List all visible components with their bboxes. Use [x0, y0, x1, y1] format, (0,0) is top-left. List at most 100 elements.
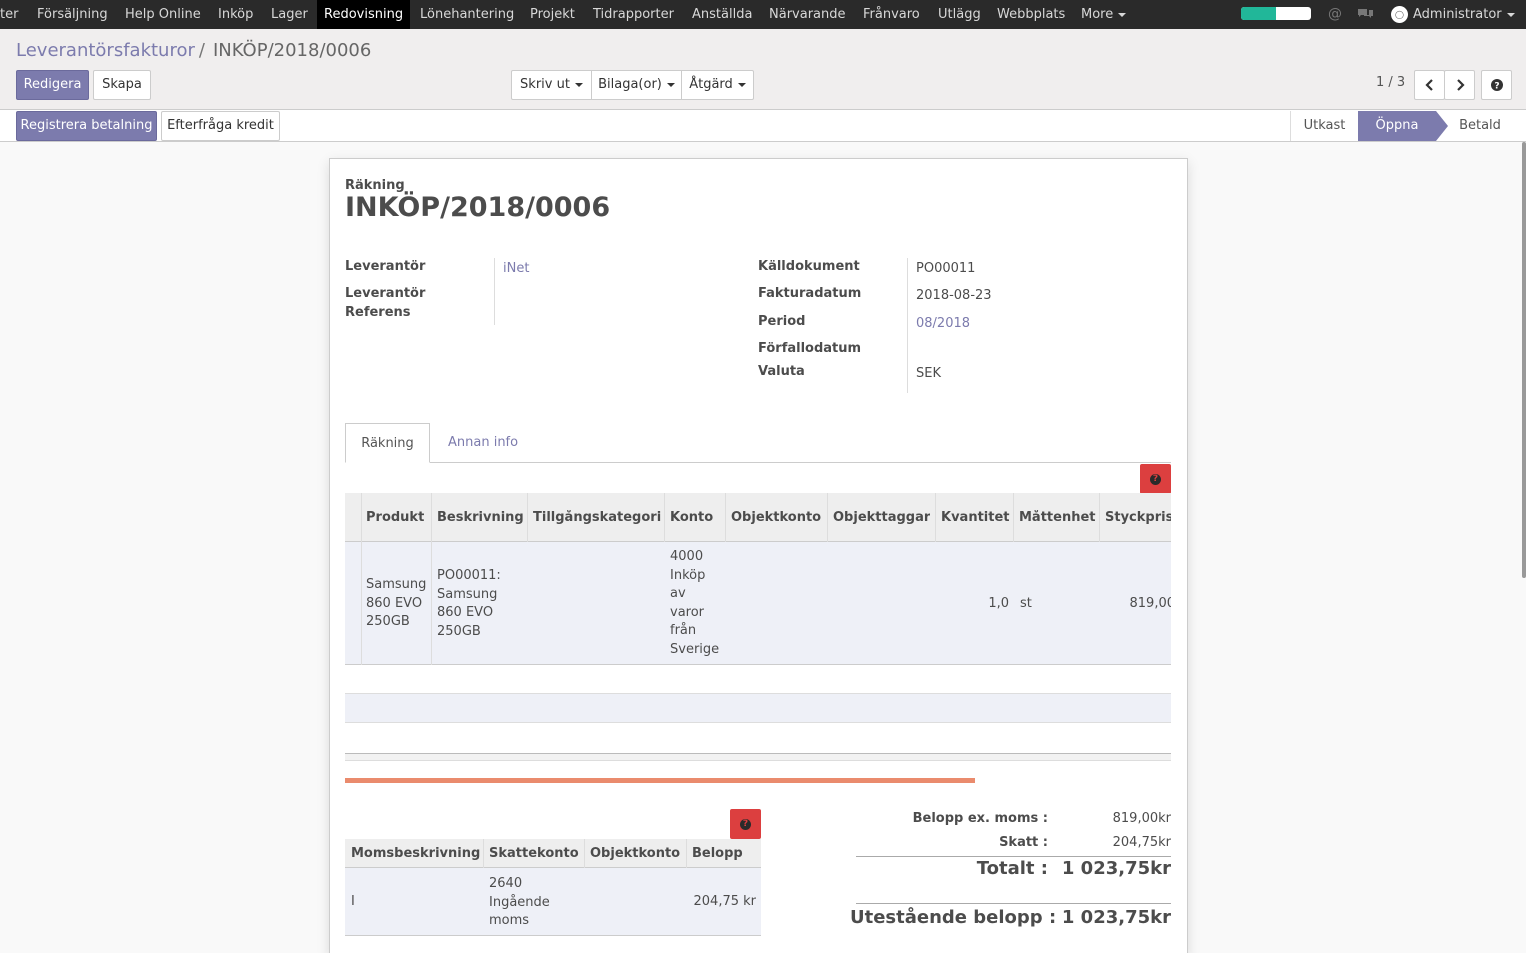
question-circle-icon: ?: [1490, 78, 1503, 91]
vendor-ref-label-2: Referens: [345, 305, 411, 320]
column-divider: [483, 839, 484, 868]
line-account-text: Sverige: [670, 641, 720, 657]
action-dropdown[interactable]: Åtgärd: [681, 70, 754, 100]
breadcrumb-parent[interactable]: Leverantörsfakturor: [16, 40, 195, 61]
print-dropdown[interactable]: Skriv ut: [511, 70, 592, 100]
menu-item-narvarande[interactable]: Närvarande: [769, 0, 846, 29]
pager-previous-button[interactable]: [1414, 70, 1445, 100]
toggle-switch[interactable]: [1241, 7, 1311, 20]
svg-text:?: ?: [1494, 81, 1499, 91]
currency-label: Valuta: [758, 364, 805, 379]
menu-more[interactable]: More: [1081, 0, 1127, 29]
progress-bar: [345, 778, 975, 783]
menu-item-franvaro[interactable]: Frånvaro: [863, 0, 920, 29]
question-circle-icon: ?: [740, 819, 751, 830]
line-uom: st: [1020, 596, 1032, 611]
menu-more-label: More: [1081, 7, 1114, 22]
menu-item-projekt[interactable]: Projekt: [530, 0, 575, 29]
stage-arrow-shape: [1436, 111, 1448, 141]
column-header-quantity[interactable]: Kvantitet: [941, 510, 1010, 525]
column-header-asset-category[interactable]: Tillgångskategori: [533, 510, 661, 525]
line-description-text: Samsung: [437, 586, 498, 602]
invoice-date-label: Fakturadatum: [758, 286, 862, 301]
tax-header-account[interactable]: Skattekonto: [489, 846, 579, 861]
column-header-product[interactable]: Produkt: [366, 510, 424, 525]
attachments-dropdown[interactable]: Bilaga(or): [591, 70, 682, 100]
stage-paid[interactable]: Betald: [1450, 111, 1510, 141]
page-scrollbar[interactable]: [1522, 142, 1526, 578]
period-value[interactable]: 08/2018: [916, 316, 970, 331]
chat-icon-svg: [1358, 9, 1373, 18]
menu-item-lonehantering[interactable]: Lönehantering: [420, 0, 514, 29]
column-header-account[interactable]: Konto: [670, 510, 713, 525]
line-description-text: PO00011:: [437, 568, 501, 583]
invoice-lines-table: Produkt Beskrivning Tillgångskategori Ko…: [345, 493, 1171, 665]
stage-open[interactable]: Öppna: [1358, 111, 1436, 141]
column-header-description[interactable]: Beskrivning: [437, 510, 524, 525]
tax-header-description[interactable]: Momsbeskrivning: [351, 846, 480, 861]
column-divider: [664, 493, 665, 542]
line-product-text: Samsung: [366, 577, 427, 592]
line-unit-price: 819,00: [1129, 596, 1172, 611]
chevron-right-icon: [1456, 78, 1465, 91]
breadcrumb: Leverantörsfakturor / INKÖP/2018/0006: [16, 40, 371, 61]
menu-item-webbplats[interactable]: Webbplats: [997, 0, 1065, 29]
vendor-value[interactable]: iNet: [503, 261, 529, 276]
column-divider: [431, 493, 432, 665]
column-header-analytic-tags[interactable]: Objekttaggar: [833, 510, 930, 525]
line-account-text: varor: [670, 604, 705, 620]
due-date-label: Förfallodatum: [758, 341, 862, 356]
menu-item-lager[interactable]: Lager: [271, 0, 308, 29]
create-button[interactable]: Skapa: [93, 70, 151, 100]
line-product-text: 250GB: [366, 614, 410, 629]
print-label: Skriv ut: [520, 77, 570, 92]
tab-other-info[interactable]: Annan info: [448, 423, 518, 463]
vendor-label: Leverantör: [345, 259, 426, 274]
table-scrollbar[interactable]: [345, 753, 1171, 761]
tax-header-amount[interactable]: Belopp: [692, 846, 743, 861]
caret-down-icon: [574, 82, 583, 87]
vendor-ref-label-1: Leverantör: [345, 286, 426, 301]
user-menu[interactable]: Administrator: [1413, 0, 1515, 29]
tax-account: 2640 Ingående moms: [489, 875, 550, 931]
pager-next-button[interactable]: [1444, 70, 1475, 100]
tax-label: Skatt :: [999, 835, 1048, 850]
line-account-text: av: [670, 586, 686, 601]
menu-item-inkop[interactable]: Inköp: [218, 0, 253, 29]
line-description-text: 250GB: [437, 623, 481, 639]
chat-icon[interactable]: [1357, 0, 1374, 29]
at-icon[interactable]: @: [1328, 0, 1342, 29]
column-header-uom[interactable]: Måttenhet: [1019, 510, 1096, 525]
menu-item-utlagg[interactable]: Utlägg: [938, 0, 981, 29]
menu-item-ter[interactable]: ter: [0, 0, 18, 29]
register-payment-button[interactable]: Registrera betalning: [16, 111, 157, 141]
tab-invoice[interactable]: Räkning: [345, 423, 430, 463]
avatar-icon[interactable]: ◯: [1391, 6, 1408, 23]
untaxed-label: Belopp ex. moms :: [912, 811, 1048, 826]
menu-item-help-online[interactable]: Help Online: [125, 0, 201, 29]
column-header-unit-price[interactable]: Styckpris: [1105, 510, 1171, 525]
period-label: Period: [758, 314, 806, 329]
request-credit-button[interactable]: Efterfråga kredit: [161, 111, 280, 141]
line-description-text: 860 EVO: [437, 605, 494, 620]
add-line-row[interactable]: [345, 693, 1171, 723]
lines-help-button[interactable]: ?: [1140, 464, 1171, 494]
column-divider: [725, 493, 726, 542]
tax-header-analytic-account[interactable]: Objektkonto: [590, 846, 680, 861]
caret-down-icon: [1506, 12, 1515, 17]
breadcrumb-current: INKÖP/2018/0006: [212, 40, 372, 61]
attachments-label: Bilaga(or): [598, 77, 662, 92]
help-button[interactable]: ?: [1481, 70, 1512, 100]
taxes-help-button[interactable]: ?: [730, 809, 761, 839]
menu-item-redovisning[interactable]: Redovisning: [317, 0, 411, 29]
menu-item-tidrapporter[interactable]: Tidrapporter: [593, 0, 674, 29]
column-header-analytic-account[interactable]: Objektkonto: [731, 510, 821, 525]
line-product-text: 860 EVO: [366, 595, 423, 611]
menu-item-anstallda[interactable]: Anställda: [692, 0, 752, 29]
caret-down-icon: [666, 82, 675, 87]
invoice-date-value: 2018-08-23: [916, 288, 992, 303]
residual-label: Utestående belopp :: [850, 907, 1057, 928]
menu-item-forsaljning[interactable]: Försäljning: [37, 0, 108, 29]
stage-draft[interactable]: Utkast: [1290, 111, 1358, 141]
edit-button[interactable]: Redigera: [16, 70, 89, 100]
